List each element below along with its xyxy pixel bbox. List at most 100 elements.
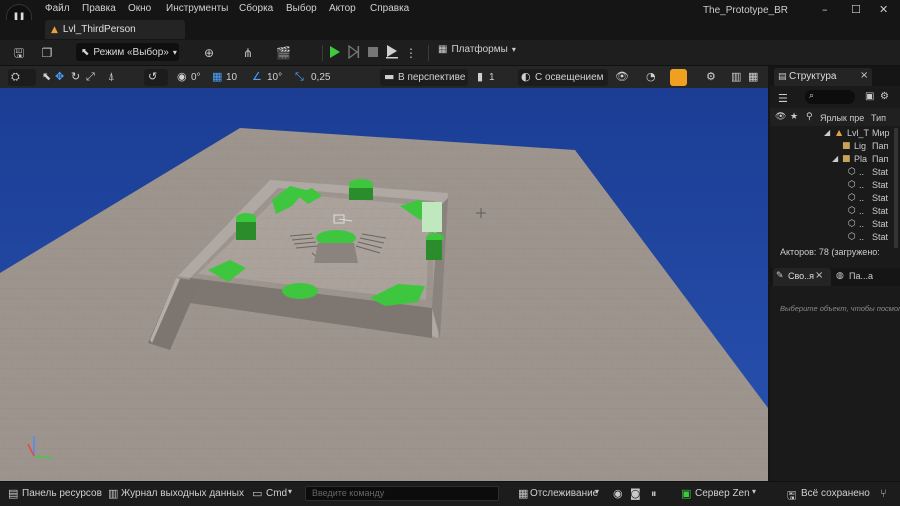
level-viewport[interactable] bbox=[0, 88, 768, 481]
outliner-row[interactable]: ⬡ .. Stat bbox=[770, 219, 900, 232]
rotation-snap-icon[interactable]: ◉ bbox=[177, 70, 187, 83]
cinematics-icon[interactable]: 🎬 bbox=[276, 46, 291, 60]
mode-select-button[interactable]: ⬉ Режим «Выбор» ▾ bbox=[76, 43, 179, 61]
zen-server-button[interactable]: Сервер Zen bbox=[695, 488, 750, 499]
level-icon: ▲ bbox=[51, 24, 58, 35]
maximize-icon[interactable]: ☐ bbox=[851, 3, 861, 16]
menu-select[interactable]: Выбор bbox=[286, 3, 317, 14]
outliner-row[interactable]: ⬡ .. Stat bbox=[770, 206, 900, 219]
outliner-row[interactable]: ⬡ .. Stat bbox=[770, 180, 900, 193]
platforms-button[interactable]: ▦ Платформы ▾ bbox=[438, 44, 516, 55]
trace-button[interactable]: Отслеживание bbox=[530, 488, 598, 499]
outliner-settings-icon[interactable]: ⚙ bbox=[880, 91, 889, 102]
settings-icon[interactable]: ⚙ bbox=[706, 70, 716, 83]
command-input[interactable]: Введите команду bbox=[305, 486, 499, 501]
add-actor-icon[interactable]: ⊕ bbox=[202, 46, 216, 60]
outliner-row[interactable]: ■ Lig Пап bbox=[770, 141, 900, 154]
output-log-icon[interactable]: ▥ bbox=[108, 487, 118, 500]
viewport-scene[interactable] bbox=[0, 88, 768, 481]
platforms-label: Платформы bbox=[451, 44, 508, 55]
camera-speed-value[interactable]: 1 bbox=[489, 72, 495, 83]
launch-icon[interactable] bbox=[385, 44, 399, 59]
details-panel: ✎ Сво..я × ◍ Па...а Выберите объект, что… bbox=[770, 268, 900, 481]
surface-snap-icon[interactable]: ↺ bbox=[148, 70, 157, 83]
chevron-down-icon[interactable]: ▾ bbox=[752, 487, 756, 496]
static-mesh-icon: ⬡ bbox=[848, 232, 856, 242]
save-status[interactable]: Всё сохранено bbox=[801, 488, 870, 499]
chevron-down-icon[interactable]: ▾ bbox=[595, 487, 599, 496]
lighting-icon[interactable]: ◐ bbox=[521, 70, 531, 83]
browse-icon[interactable]: ❐ bbox=[40, 46, 54, 60]
step-icon[interactable] bbox=[348, 45, 360, 59]
console-icon[interactable]: ▭ bbox=[252, 487, 262, 500]
menu-window[interactable]: Окно bbox=[128, 3, 151, 14]
close-details-icon[interactable]: × bbox=[815, 270, 823, 281]
rotate-tool-icon[interactable]: ↻ bbox=[71, 70, 80, 83]
camera-speed-icon[interactable]: ▮ bbox=[477, 70, 483, 83]
close-icon[interactable]: ✕ bbox=[879, 3, 888, 16]
record-icon[interactable]: ◉ bbox=[613, 487, 623, 500]
scale-tool-icon[interactable]: ⤢ bbox=[86, 70, 95, 84]
center-platform[interactable] bbox=[314, 243, 358, 263]
close-outliner-icon[interactable]: × bbox=[860, 70, 868, 81]
grid-snap-value[interactable]: 10 bbox=[226, 72, 237, 83]
outliner-col-type[interactable]: Тип bbox=[871, 113, 886, 123]
outliner-col-label[interactable]: Ярлык пре bbox=[820, 113, 864, 123]
zen-server-icon[interactable]: ▣ bbox=[681, 487, 691, 500]
screenshot-icon[interactable]: ◙ bbox=[630, 487, 641, 500]
trace-icon[interactable]: ▦ bbox=[518, 487, 528, 500]
star-icon[interactable]: ★ bbox=[790, 112, 798, 122]
blueprint-icon[interactable]: ⋔ bbox=[241, 46, 255, 60]
lighting-mode-label[interactable]: С освещением bbox=[535, 72, 604, 83]
stop-icon[interactable] bbox=[367, 46, 379, 58]
pin-icon[interactable]: ⚲ bbox=[806, 112, 813, 122]
tab-level[interactable]: ▲ Lvl_ThirdPerson bbox=[45, 20, 185, 39]
viewport-menu-icon[interactable]: ⛭ bbox=[11, 70, 20, 84]
menu-build[interactable]: Сборка bbox=[239, 3, 273, 14]
menu-edit[interactable]: Правка bbox=[82, 3, 116, 14]
outliner-scrollbar[interactable] bbox=[894, 128, 898, 248]
scale-snap-icon[interactable]: ⤡ bbox=[295, 70, 304, 84]
save-all-icon[interactable]: 🖫 bbox=[787, 487, 796, 506]
tab-world-settings[interactable]: Па...а bbox=[849, 271, 873, 281]
outliner-row[interactable]: ⬡ .. Stat bbox=[770, 232, 900, 245]
content-browser-icon[interactable]: ▤ bbox=[8, 487, 18, 500]
game-view-toggle-icon[interactable] bbox=[670, 69, 687, 86]
rotation-snap-value[interactable]: 0° bbox=[191, 72, 201, 83]
chevron-down-icon[interactable]: ▾ bbox=[288, 487, 292, 496]
menu-actor[interactable]: Актор bbox=[329, 3, 356, 14]
angle-snap-value[interactable]: 10° bbox=[267, 72, 282, 83]
output-log-button[interactable]: Журнал выходных данных bbox=[121, 488, 244, 499]
outliner-row[interactable]: ⬡ .. Stat bbox=[770, 193, 900, 206]
menu-tools[interactable]: Инструменты bbox=[166, 3, 228, 14]
show-icon[interactable]: 👁 bbox=[615, 70, 629, 83]
layout-icon[interactable]: ▥ bbox=[731, 70, 741, 83]
visibility-icon[interactable]: 👁 bbox=[775, 112, 786, 122]
grid-snap-icon[interactable]: ▦ bbox=[212, 70, 222, 83]
play-icon[interactable] bbox=[329, 45, 341, 59]
content-browser-button[interactable]: Панель ресурсов bbox=[22, 488, 102, 499]
pause-icon[interactable]: ⏸ bbox=[651, 487, 657, 501]
menu-help[interactable]: Справка bbox=[370, 3, 409, 14]
tab-level-label: Lvl_ThirdPerson bbox=[62, 24, 136, 35]
coordinate-space-icon[interactable]: ⍋ bbox=[108, 70, 115, 84]
add-folder-icon[interactable]: ▣ bbox=[865, 91, 874, 102]
scale-snap-value[interactable]: 0,25 bbox=[311, 72, 330, 83]
view-mode-label[interactable]: В перспективе bbox=[398, 72, 465, 83]
save-icon[interactable]: 🖫 bbox=[12, 46, 26, 60]
source-control-icon[interactable]: ⑂ bbox=[880, 487, 887, 500]
performance-icon[interactable]: ◔ bbox=[646, 70, 656, 83]
outliner-row[interactable]: ◢ ▲ Lvl_T Мир bbox=[770, 128, 900, 141]
minimize-icon[interactable]: – bbox=[822, 3, 828, 16]
more-options-icon[interactable]: ⋮ bbox=[404, 46, 418, 60]
camera-icon[interactable]: ▬ bbox=[384, 70, 394, 83]
outliner-row[interactable]: ◢ ■ Pla Пап bbox=[770, 154, 900, 167]
cmd-dropdown[interactable]: Cmd bbox=[266, 488, 287, 499]
translate-tool-icon[interactable]: ✥ bbox=[55, 70, 64, 83]
select-tool-icon[interactable]: ⬉ bbox=[42, 70, 51, 83]
angle-snap-icon[interactable]: ∠ bbox=[252, 70, 262, 83]
menu-file[interactable]: Файл bbox=[45, 3, 70, 14]
grid-layout-icon[interactable]: ▦ bbox=[748, 70, 758, 83]
outliner-row[interactable]: ⬡ .. Stat bbox=[770, 167, 900, 180]
filter-icon[interactable]: ☰ bbox=[778, 92, 788, 105]
